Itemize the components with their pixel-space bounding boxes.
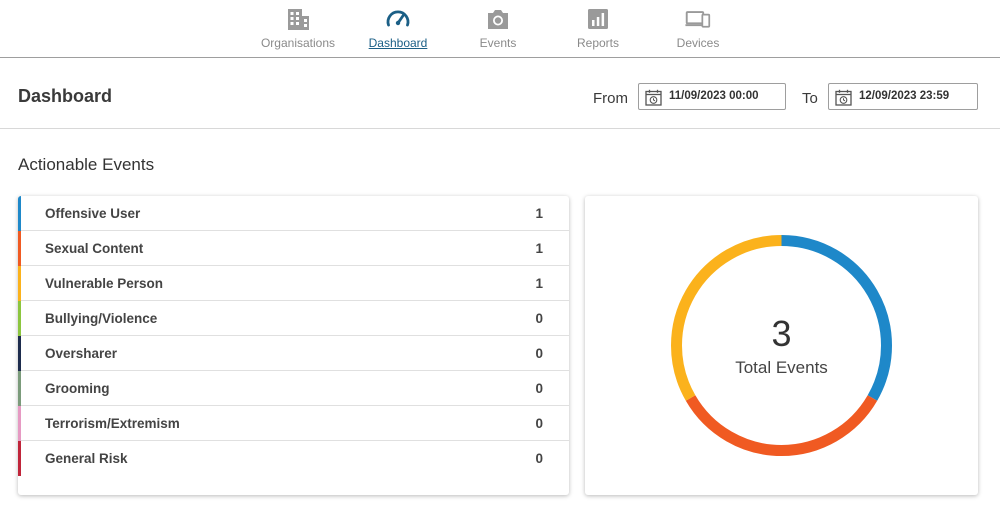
from-label: From — [593, 90, 628, 107]
total-events-count: 3 — [771, 313, 792, 354]
event-count: 0 — [535, 451, 543, 466]
nav-organisations[interactable]: Organisations — [248, 6, 348, 50]
event-name: Bullying/Violence — [45, 311, 158, 326]
category-color-bar — [18, 336, 21, 371]
event-row-offensive-user[interactable]: Offensive User 1 — [18, 196, 569, 231]
event-count: 0 — [535, 381, 543, 396]
nav-label: Dashboard — [368, 36, 428, 50]
category-color-bar — [18, 406, 21, 441]
event-name: Offensive User — [45, 206, 141, 221]
nav-label: Organisations — [260, 36, 336, 50]
category-color-bar — [18, 231, 21, 266]
top-navigation: Organisations Dashboard Events Reports D… — [0, 0, 1000, 58]
event-row-sexual-content[interactable]: Sexual Content 1 — [18, 231, 569, 266]
page-title: Dashboard — [18, 86, 113, 106]
category-color-bar — [18, 441, 21, 476]
event-count: 1 — [535, 276, 543, 291]
event-name: Oversharer — [45, 346, 118, 361]
event-count: 0 — [535, 416, 543, 431]
from-date-field[interactable]: 11/09/2023 00:00 — [638, 83, 786, 110]
to-date-value: 12/09/2023 23:59 — [859, 90, 950, 102]
nav-reports[interactable]: Reports — [548, 6, 648, 50]
event-row-oversharer[interactable]: Oversharer 0 — [18, 336, 569, 371]
bar-chart-icon — [588, 9, 608, 29]
camera-icon — [488, 10, 508, 29]
to-label: To — [802, 90, 818, 107]
gauge-icon — [386, 10, 410, 27]
event-row-grooming[interactable]: Grooming 0 — [18, 371, 569, 406]
total-events-chart-card: 3 Total Events — [585, 196, 978, 495]
category-color-bar — [18, 196, 21, 231]
donut-segment-sexual-content[interactable] — [685, 395, 878, 456]
nav-label: Devices — [676, 36, 720, 50]
event-name: General Risk — [45, 451, 128, 466]
category-color-bar — [18, 266, 21, 301]
event-count: 1 — [535, 241, 543, 256]
event-row-vulnerable-person[interactable]: Vulnerable Person 1 — [18, 266, 569, 301]
event-name: Grooming — [45, 381, 110, 396]
event-count: 0 — [535, 346, 543, 361]
section-title: Actionable Events — [18, 155, 155, 174]
total-events-label: Total Events — [735, 358, 828, 377]
nav-label: Reports — [576, 36, 620, 50]
category-color-bar — [18, 301, 21, 336]
event-count: 1 — [535, 206, 543, 221]
event-name: Vulnerable Person — [45, 276, 164, 291]
nav-dashboard[interactable]: Dashboard — [348, 6, 448, 50]
event-name: Sexual Content — [45, 241, 144, 256]
category-color-bar — [18, 371, 21, 406]
to-date-field[interactable]: 12/09/2023 23:59 — [828, 83, 978, 110]
from-date-value: 11/09/2023 00:00 — [669, 90, 759, 102]
nav-devices[interactable]: Devices — [648, 6, 748, 50]
event-row-general-risk[interactable]: General Risk 0 — [18, 441, 569, 476]
event-row-bullying-violence[interactable]: Bullying/Violence 0 — [18, 301, 569, 336]
dashboard-header: Dashboard From 11/09/2023 00:00 To 12/09… — [0, 58, 1000, 129]
event-name: Terrorism/Extremism — [45, 416, 180, 431]
building-icon — [288, 9, 309, 30]
calendar-clock-icon — [835, 89, 852, 106]
event-count: 0 — [535, 311, 543, 326]
devices-icon — [685, 11, 711, 28]
nav-label: Events — [479, 36, 517, 50]
event-list-card: Offensive User 1 Sexual Content 1 Vulner… — [18, 196, 569, 495]
nav-events[interactable]: Events — [448, 6, 548, 50]
event-row-terrorism-extremism[interactable]: Terrorism/Extremism 0 — [18, 406, 569, 441]
calendar-clock-icon — [645, 89, 662, 106]
